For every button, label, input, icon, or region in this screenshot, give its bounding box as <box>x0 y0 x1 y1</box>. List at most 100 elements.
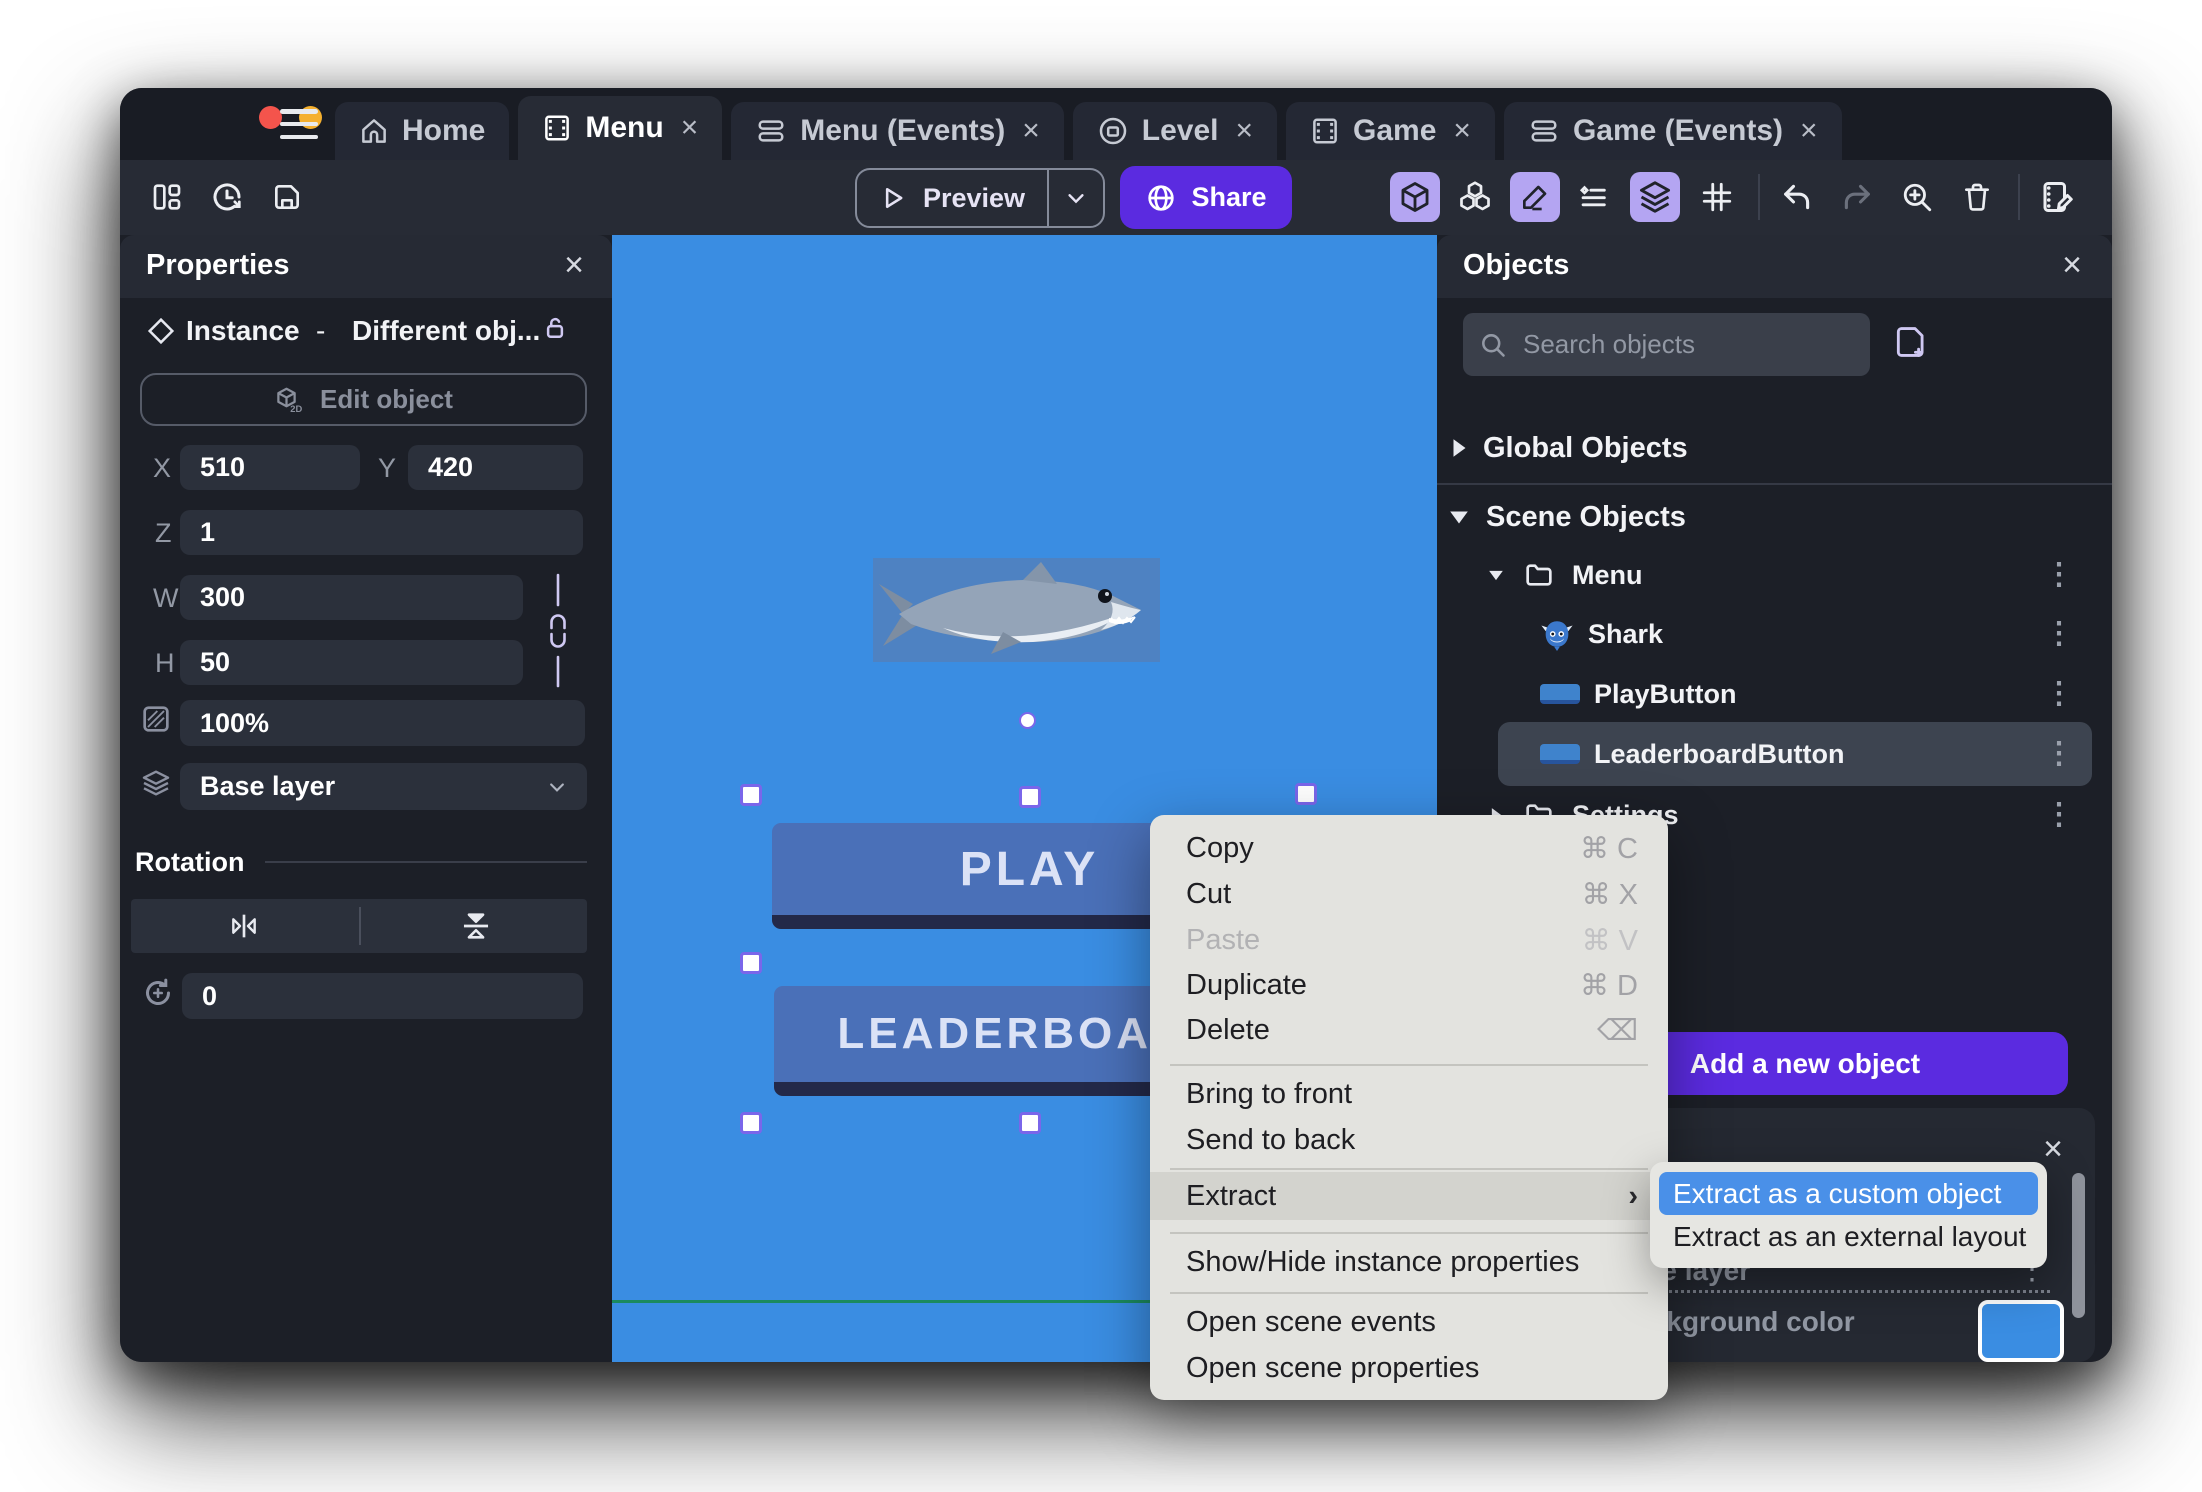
objects-divider <box>1437 483 2112 485</box>
tree-item-leaderboardbutton[interactable]: LeaderboardButton ⋮ <box>1437 726 2112 782</box>
main-menu-icon[interactable] <box>280 109 318 139</box>
menu-item-paste[interactable]: Paste ⌘ V <box>1150 917 1668 963</box>
submenu-item-extract-custom-object[interactable]: Extract as a custom object <box>1659 1172 2038 1215</box>
tab-game-events[interactable]: Game (Events) × <box>1503 102 1842 160</box>
undo-icon[interactable] <box>1772 172 1822 222</box>
layer-select[interactable]: Base layer <box>180 763 587 810</box>
tree-item-shark[interactable]: Shark ⋮ <box>1437 606 2112 662</box>
w-field[interactable]: 300 <box>180 575 523 620</box>
selection-handle-bottom-left[interactable] <box>740 1112 762 1134</box>
close-properties-icon[interactable]: × <box>564 248 584 282</box>
preview-button[interactable]: Preview <box>857 183 1047 214</box>
menu-item-duplicate[interactable]: Duplicate ⌘ D <box>1150 962 1668 1008</box>
preview-options-button[interactable] <box>1047 170 1103 226</box>
kebab-menu-icon[interactable]: ⋮ <box>2044 739 2074 769</box>
z-label: Z <box>155 518 172 548</box>
scene-notes-icon[interactable] <box>2032 172 2082 222</box>
scene-icon <box>1313 118 1337 144</box>
chevron-right-icon <box>1453 439 1466 457</box>
instances-icon[interactable] <box>1450 172 1500 222</box>
link-width-height-icon[interactable] <box>545 573 571 688</box>
tab-game[interactable]: Game × <box>1286 102 1495 160</box>
menu-item-open-scene-properties[interactable]: Open scene properties <box>1150 1345 1668 1391</box>
selection-handle-mid-left[interactable] <box>740 952 762 974</box>
dotted-divider <box>1650 1290 2050 1293</box>
close-objects-icon[interactable]: × <box>2062 248 2082 282</box>
edit-object-button[interactable]: 2D Edit object <box>140 373 587 426</box>
h-label: H <box>155 648 175 678</box>
selection-handle-top-center[interactable] <box>1019 786 1041 808</box>
selection-handle-bottom-center[interactable] <box>1019 1112 1041 1134</box>
panels-layout-icon[interactable] <box>142 172 192 222</box>
close-tab-icon[interactable]: × <box>1022 114 1040 148</box>
trash-icon[interactable] <box>1952 172 2002 222</box>
close-window-button[interactable] <box>259 106 282 129</box>
flip-horizontal-icon[interactable] <box>227 910 261 942</box>
close-tab-icon[interactable]: × <box>681 111 699 145</box>
close-scene-properties-icon[interactable]: × <box>2043 1132 2063 1166</box>
history-icon[interactable] <box>202 172 252 222</box>
toolbar-separator <box>2018 174 2020 220</box>
shark-sprite[interactable] <box>873 558 1160 662</box>
section-divider <box>265 861 587 863</box>
menu-item-send-to-back[interactable]: Send to back <box>1150 1117 1668 1163</box>
save-icon[interactable] <box>262 172 312 222</box>
tab-level[interactable]: Level × <box>1072 102 1278 160</box>
close-tab-icon[interactable]: × <box>1236 114 1254 148</box>
tab-menu-events[interactable]: Menu (Events) × <box>731 102 1064 160</box>
y-field[interactable]: 420 <box>408 445 583 490</box>
share-button[interactable]: Share <box>1120 166 1292 229</box>
redo-icon[interactable] <box>1832 172 1882 222</box>
rotation-field[interactable]: 0 <box>182 973 583 1019</box>
tab-label: Menu (Events) <box>800 114 1006 147</box>
flip-vertical-icon[interactable] <box>459 909 493 943</box>
close-tab-icon[interactable]: × <box>1453 114 1471 148</box>
instance-properties-icon[interactable] <box>1568 172 1618 222</box>
global-objects-section[interactable]: Global Objects <box>1437 420 2112 476</box>
rotation-value: 0 <box>202 980 218 1011</box>
x-field[interactable]: 510 <box>180 445 360 490</box>
search-input[interactable] <box>1521 328 1854 361</box>
background-color-swatch[interactable] <box>1978 1300 2064 1362</box>
edit-pencil-icon[interactable] <box>1510 172 1560 222</box>
tree-item-playbutton[interactable]: PlayButton ⋮ <box>1437 666 2112 722</box>
kebab-menu-icon[interactable]: ⋮ <box>2044 560 2074 590</box>
selection-handle-top-right[interactable] <box>1295 783 1317 805</box>
submenu-item-extract-external-layout[interactable]: Extract as an external layout <box>1659 1215 2038 1258</box>
tree-folder-menu[interactable]: Menu ⋮ <box>1437 547 2112 603</box>
close-tab-icon[interactable]: × <box>1800 114 1818 148</box>
preview-label: Preview <box>922 182 1026 213</box>
kebab-menu-icon[interactable]: ⋮ <box>2044 619 2074 649</box>
instance-name-label: Different obj... <box>352 315 541 346</box>
scrollbar-thumb[interactable] <box>2072 1173 2085 1318</box>
opacity-value: 100% <box>200 707 270 738</box>
menu-item-show-hide-instance-properties[interactable]: Show/Hide instance properties <box>1150 1239 1668 1285</box>
opacity-field[interactable]: 100% <box>180 700 585 746</box>
menu-item-extract[interactable]: Extract › <box>1150 1172 1668 1220</box>
selection-handle-top-left[interactable] <box>740 784 762 806</box>
z-field[interactable]: 1 <box>180 510 583 555</box>
menu-item-copy[interactable]: Copy ⌘ C <box>1150 825 1668 871</box>
menu-item-delete[interactable]: Delete ⌫ <box>1150 1007 1668 1053</box>
menu-item-cut[interactable]: Cut ⌘ X <box>1150 871 1668 917</box>
rotate-handle[interactable] <box>1019 712 1036 729</box>
scene-objects-section[interactable]: Scene Objects <box>1437 489 2112 545</box>
object-cube-icon[interactable] <box>1390 172 1440 222</box>
kebab-menu-icon[interactable]: ⋮ <box>2044 800 2074 830</box>
kebab-menu-icon[interactable]: ⋮ <box>2044 679 2074 709</box>
menu-item-bring-to-front[interactable]: Bring to front <box>1150 1071 1668 1117</box>
edit-object-label: Edit object <box>320 384 453 414</box>
unlock-icon[interactable] <box>540 313 570 343</box>
layers-icon[interactable] <box>1630 172 1680 222</box>
titlebar: Home Menu × Menu (Events) × Level × Game… <box>120 88 2112 160</box>
button-object-icon <box>1540 744 1580 764</box>
grid-icon[interactable] <box>1692 172 1742 222</box>
add-object-folder-icon[interactable] <box>1892 323 1930 361</box>
menu-item-open-scene-events[interactable]: Open scene events <box>1150 1299 1668 1345</box>
zoom-in-icon[interactable] <box>1892 172 1942 222</box>
h-field[interactable]: 50 <box>180 640 523 685</box>
tab-menu[interactable]: Menu × <box>518 96 723 160</box>
w-value: 300 <box>200 582 246 612</box>
tab-home[interactable]: Home <box>335 102 510 160</box>
layer-value: Base layer <box>200 771 336 801</box>
